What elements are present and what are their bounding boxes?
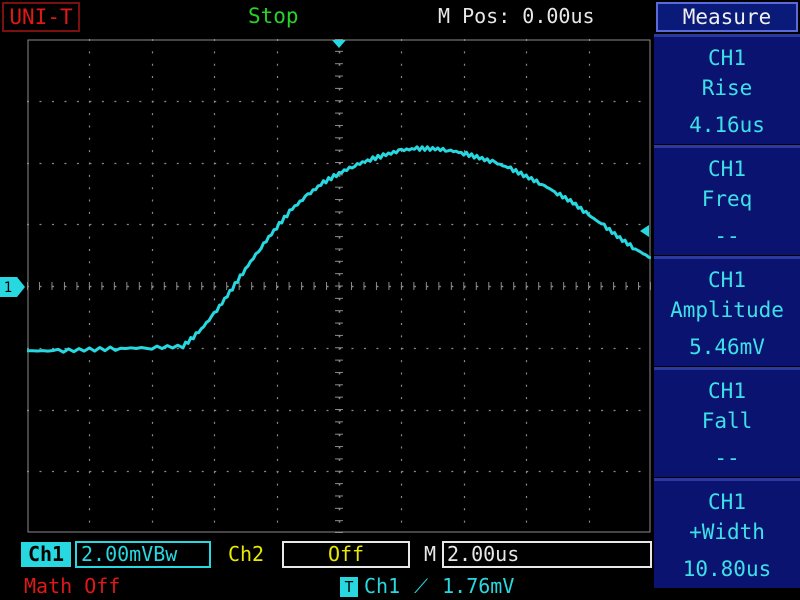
ch2-label[interactable]: Ch2: [221, 542, 271, 567]
measure-channel: CH1: [708, 268, 746, 292]
measure-value: 10.80us: [682, 557, 772, 581]
measure-item-pos-width[interactable]: CH1 +Width 10.80us: [654, 478, 800, 588]
measure-item-freq[interactable]: CH1 Freq --: [654, 145, 800, 255]
measure-item-fall[interactable]: CH1 Fall --: [654, 367, 800, 477]
measure-name: Amplitude: [670, 298, 784, 322]
trigger-position-marker: [332, 40, 346, 48]
trigger-slope-icon: ⟋: [414, 574, 429, 598]
measure-value: --: [714, 224, 740, 248]
math-status: Math Off: [24, 574, 121, 598]
horizontal-position-readout: M Pos: 0.00us: [438, 4, 595, 28]
trigger-source: Ch1: [364, 574, 401, 598]
waveform-graticule: [27, 39, 651, 533]
measure-name: Freq: [701, 187, 753, 211]
timebase-value: 2.00us: [442, 541, 652, 568]
measure-value: 4.16us: [689, 113, 765, 137]
graticule-grid: [27, 39, 651, 533]
channel1-ground-marker[interactable]: 1: [0, 277, 26, 297]
ch1-scale: 2.00mVBw: [75, 541, 211, 568]
measure-channel: CH1: [708, 379, 746, 403]
run-status: Stop: [248, 4, 299, 28]
measure-name: +Width: [689, 520, 765, 544]
trigger-level-marker: [640, 225, 649, 237]
waveform-display: [27, 39, 651, 533]
measure-item-rise[interactable]: CH1 Rise 4.16us: [654, 34, 800, 144]
measure-panel: Measure CH1 Rise 4.16us CH1 Freq -- CH1 …: [654, 2, 800, 600]
timebase-label: M: [424, 542, 437, 566]
channel1-marker-label: 1: [4, 280, 12, 296]
measure-value: 5.46mV: [689, 335, 765, 359]
measure-item-amplitude[interactable]: CH1 Amplitude 5.46mV: [654, 256, 800, 366]
measure-channel: CH1: [708, 157, 746, 181]
trigger-level: 1.76mV: [442, 574, 515, 598]
brand-logo: UNI-T: [2, 2, 80, 32]
measure-channel: CH1: [708, 490, 746, 514]
measure-name: Rise: [701, 76, 753, 100]
ch1-label[interactable]: Ch1: [21, 542, 71, 567]
measure-value: --: [714, 446, 740, 470]
ch2-state: Off: [282, 541, 410, 568]
trigger-status: T Ch1 ⟋ 1.76mV: [340, 574, 528, 598]
trigger-icon: T: [340, 577, 358, 597]
status-bar: Ch1 2.00mVBw Ch2 Off M 2.00us Math Off T…: [0, 538, 654, 600]
measure-name: Fall: [701, 409, 753, 433]
measure-menu-title[interactable]: Measure: [656, 2, 798, 32]
measure-channel: CH1: [708, 46, 746, 70]
